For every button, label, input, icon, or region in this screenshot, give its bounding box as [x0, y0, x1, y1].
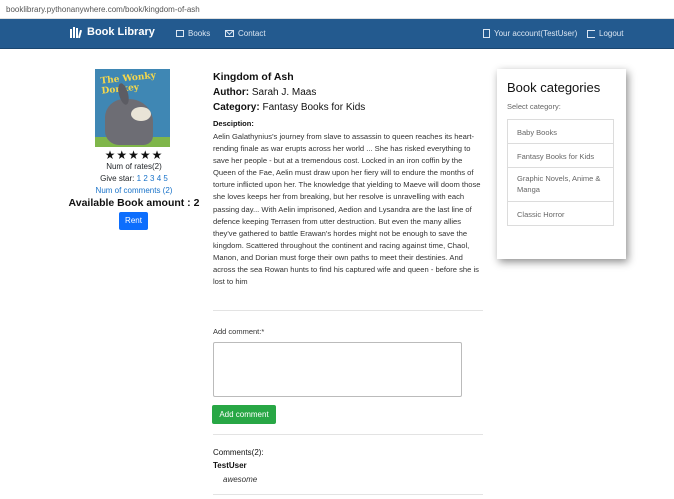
- address-bar[interactable]: booklibrary.pythonanywhere.com/book/king…: [0, 0, 674, 19]
- nav-account[interactable]: Your account(TestUser): [483, 29, 577, 38]
- author-label: Author:: [213, 87, 250, 98]
- category-item-classic-horror[interactable]: Classic Horror: [507, 201, 614, 226]
- available-amount: Available Book amount : 2: [68, 197, 200, 209]
- comment-text: awesome: [223, 475, 258, 484]
- nav-logout[interactable]: Logout: [587, 29, 623, 38]
- star-option-4[interactable]: 4: [157, 174, 161, 183]
- category-item-fantasy[interactable]: Fantasy Books for Kids: [507, 143, 614, 168]
- book-icon: [176, 30, 184, 37]
- category-item-baby-books[interactable]: Baby Books: [507, 119, 614, 144]
- logout-icon: [587, 29, 595, 38]
- author-name: Sarah J. Maas: [251, 87, 317, 98]
- books-icon: [70, 26, 83, 38]
- num-comments-link[interactable]: Num of comments (2): [96, 186, 173, 195]
- star-rating: ★★★★★: [104, 148, 164, 162]
- navbar: Book Library Books Contact Your account(…: [0, 19, 674, 49]
- categories-subtitle: Select category:: [507, 102, 561, 111]
- nav-account-label: Your account(TestUser): [494, 29, 578, 38]
- categories-panel: Book categories Select category: Baby Bo…: [497, 69, 626, 259]
- give-star: Give star: 1 2 3 4 5: [60, 174, 208, 183]
- comment-textarea[interactable]: [213, 342, 462, 397]
- nav-contact[interactable]: Contact: [225, 29, 266, 38]
- category-list: Baby Books Fantasy Books for Kids Graphi…: [507, 119, 614, 226]
- star-option-5[interactable]: 5: [163, 174, 167, 183]
- divider: [213, 494, 483, 495]
- book-title: Kingdom of Ash: [213, 71, 294, 83]
- description-label: Desciption:: [213, 119, 254, 128]
- brand-link[interactable]: Book Library: [70, 26, 155, 38]
- book-description: Aelin Galathynius's journey from slave t…: [213, 132, 481, 287]
- envelope-icon: [225, 30, 234, 37]
- brand-name: Book Library: [87, 26, 155, 38]
- star-option-1[interactable]: 1: [137, 174, 141, 183]
- num-rates: Num of rates(2): [106, 162, 162, 171]
- book-category: Category: Fantasy Books for Kids: [213, 102, 483, 113]
- category-label: Category:: [213, 102, 260, 113]
- nav-logout-label: Logout: [599, 29, 624, 38]
- book-author: Author: Sarah J. Maas: [213, 87, 483, 98]
- user-icon: [483, 29, 490, 38]
- categories-title: Book categories: [507, 80, 601, 95]
- category-item-graphic-novels[interactable]: Graphic Novels, Anime & Manga: [507, 167, 614, 202]
- comment-author: TestUser: [213, 461, 247, 470]
- star-option-2[interactable]: 2: [143, 174, 147, 183]
- nav-contact-label: Contact: [238, 29, 266, 38]
- divider: [213, 310, 483, 311]
- url-text[interactable]: booklibrary.pythonanywhere.com/book/king…: [6, 5, 200, 14]
- rent-button[interactable]: Rent: [119, 212, 148, 230]
- divider: [213, 434, 483, 435]
- add-comment-label: Add comment:*: [213, 327, 265, 336]
- cover-title: The Wonky Donkey: [100, 70, 157, 97]
- comments-heading: Comments(2):: [213, 448, 264, 457]
- category-name: Fantasy Books for Kids: [262, 102, 366, 113]
- add-comment-button[interactable]: Add comment: [212, 405, 276, 424]
- book-cover-image: The Wonky Donkey: [95, 69, 170, 147]
- star-option-3[interactable]: 3: [150, 174, 154, 183]
- nav-books[interactable]: Books: [176, 29, 210, 38]
- donkey-illustration: [105, 99, 153, 145]
- give-star-label: Give star:: [100, 174, 135, 183]
- num-comments: Num of comments (2): [60, 186, 208, 195]
- nav-books-label: Books: [188, 29, 211, 38]
